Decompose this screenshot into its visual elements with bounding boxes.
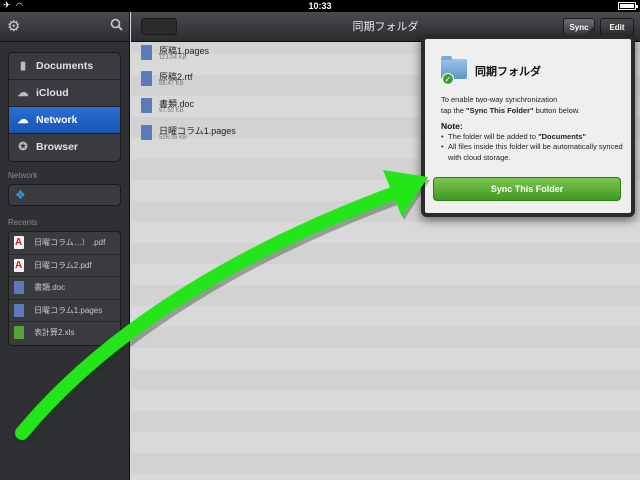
spreadsheet-file-icon [14, 326, 24, 339]
popover-body: To enable two-way synchronization tap th… [441, 95, 626, 163]
compass-icon: ✪ [18, 141, 28, 153]
sidebar-item-icloud[interactable]: ☁ iCloud [9, 80, 120, 107]
battery-icon [618, 2, 638, 10]
recent-item-label: 日曜コラム…） .pdf [34, 238, 106, 247]
recent-item-label: 書類.doc [34, 283, 66, 292]
status-time: 10:33 [308, 1, 332, 11]
recent-item-label: 日曜コラム1.pages [34, 305, 103, 315]
popover-note-label: Note: [441, 121, 463, 131]
sidebar-item-network[interactable]: ☁ Network [9, 107, 120, 134]
network-section-label: Network [8, 171, 38, 180]
file-row[interactable]: 日曜コラム1.pages 526.05 KB [139, 124, 419, 145]
recent-item[interactable]: 日曜コラム2.pdf [9, 255, 120, 277]
doc-file-icon [141, 98, 152, 113]
popover-intro-line: To enable two-way synchronization [441, 95, 558, 104]
sidebar-item-browser[interactable]: ✪ Browser [9, 134, 120, 161]
file-size: 88.47 KB [159, 81, 184, 87]
popover-bullet: The folder will be added to "Documents" [441, 132, 626, 143]
recent-item-label: 日曜コラム2.pdf [34, 260, 92, 270]
file-size: 97.50 KB [159, 108, 184, 114]
file-size: 113.04 KB [159, 55, 187, 61]
file-size: 526.05 KB [159, 135, 188, 141]
file-row[interactable]: 書類.doc 97.50 KB [139, 97, 419, 118]
dropbox-icon: ❖ [15, 188, 26, 202]
cloud-icon: ☁ [17, 87, 29, 99]
rtf-file-icon [141, 71, 152, 86]
document-icon: ▮ [19, 60, 27, 72]
sync-popover: ✓ 同期フォルダ To enable two-way synchronizati… [421, 27, 635, 217]
pages-file-icon [14, 303, 24, 317]
recent-item[interactable]: 表計算2.xls [9, 322, 120, 345]
recent-item[interactable]: 日曜コラム1.pages [9, 300, 120, 322]
file-row[interactable]: 原稿2.rtf 88.47 KB [139, 70, 419, 91]
recent-item-label: 表計算2.xls [34, 328, 75, 337]
sidebar-item-label: iCloud [36, 87, 69, 99]
gear-icon[interactable]: ⚙ [7, 17, 20, 35]
file-row[interactable]: 原稿1.pages 113.04 KB [139, 44, 419, 65]
cloud-upload-icon: ☁ [17, 114, 29, 126]
recents-section-label: Recents [8, 218, 38, 227]
recent-item[interactable]: 日曜コラム…） .pdf [9, 232, 120, 255]
sidebar-item-dropbox[interactable]: ❖ [8, 184, 121, 206]
sidebar-item-label: Browser [36, 141, 79, 153]
recent-item[interactable]: 書類.doc [9, 277, 120, 300]
sidebar: ⚙ ▮ Documents ☁ iCloud ☁ Network ✪ Brows… [0, 12, 130, 480]
pdf-file-icon [14, 236, 24, 249]
sync-this-folder-button[interactable]: Sync This Folder [433, 177, 621, 201]
pages-file-icon [14, 281, 24, 294]
pdf-file-icon [14, 258, 24, 272]
popover-title: 同期フォルダ [475, 65, 541, 78]
recents-list: 日曜コラム…） .pdf 日曜コラム2.pdf 書類.doc 日曜コラム1.pa… [8, 231, 121, 346]
popover-intro-line: tap the "Sync This Folder" button below. [441, 105, 580, 115]
edit-button[interactable]: Edit [600, 18, 634, 36]
checkmark-icon: ✓ [442, 73, 454, 85]
sidebar-item-label: Network [36, 114, 78, 126]
search-icon[interactable] [110, 18, 123, 31]
popover-bullet: All files inside this folder will be aut… [441, 142, 626, 163]
sidebar-toolbar: ⚙ [0, 12, 129, 42]
pages-file-icon [141, 45, 152, 60]
sidebar-item-label: Documents [36, 60, 94, 72]
status-bar: ✈ ◠ 10:33 [0, 0, 640, 12]
sidebar-item-documents[interactable]: ▮ Documents [9, 53, 120, 80]
pages-file-icon [141, 125, 152, 140]
sidebar-nav: ▮ Documents ☁ iCloud ☁ Network ✪ Browser [8, 52, 121, 162]
